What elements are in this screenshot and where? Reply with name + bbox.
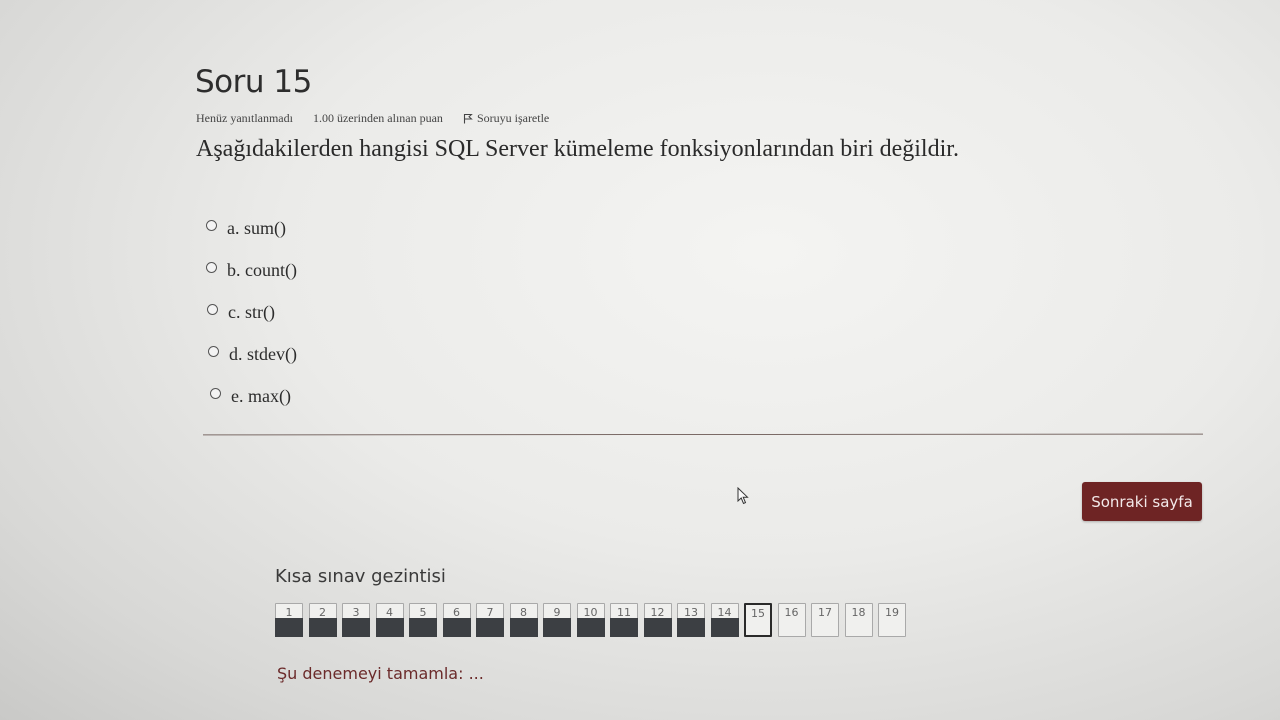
quiz-nav-button-number: 18 xyxy=(851,606,866,619)
quiz-nav-button-number: 7 xyxy=(486,606,494,619)
quiz-nav-button-19[interactable]: 19 xyxy=(878,603,906,637)
finish-attempt-link[interactable]: Şu denemeyi tamamla: ... xyxy=(277,664,484,683)
radio-icon[interactable] xyxy=(208,345,219,357)
answer-label: d. stdev() xyxy=(229,343,297,364)
quiz-nav-button-8[interactable]: 8 xyxy=(509,603,538,637)
answer-option-d[interactable]: d. stdev() xyxy=(206,333,297,375)
flag-icon xyxy=(463,113,473,124)
answer-option-a[interactable]: a. sum() xyxy=(206,207,297,249)
quiz-nav-button-number: 11 xyxy=(617,606,631,619)
quiz-nav-button-number: 13 xyxy=(684,606,698,619)
answer-option-c[interactable]: c. str() xyxy=(206,291,297,333)
quiz-nav-button-12[interactable]: 12 xyxy=(643,603,672,637)
quiz-nav-button-5[interactable]: 5 xyxy=(409,603,437,637)
quiz-nav-button-number: 5 xyxy=(419,606,427,619)
answer-label: a. sum() xyxy=(227,217,286,238)
quiz-nav-button-14[interactable]: 14 xyxy=(710,603,739,637)
answer-label: e. max() xyxy=(231,385,291,406)
quiz-nav-button-number: 10 xyxy=(583,606,598,619)
quiz-nav-button-9[interactable]: 9 xyxy=(543,603,571,637)
quiz-nav-button-4[interactable]: 4 xyxy=(375,603,404,637)
quiz-nav-button-16[interactable]: 16 xyxy=(777,603,806,637)
quiz-nav-button-10[interactable]: 10 xyxy=(576,603,605,637)
quiz-nav-button-number: 8 xyxy=(520,606,527,619)
quiz-nav-button-number: 12 xyxy=(650,606,665,619)
quiz-nav-button-number: 3 xyxy=(352,606,360,619)
flag-question-link[interactable]: Soruyu işaretle xyxy=(463,111,549,126)
question-points: 1.00 üzerinden alınan puan xyxy=(312,111,443,125)
section-divider xyxy=(202,433,1204,436)
quiz-navigation: 1 2 3 4 5 6 7 8 9 10 11 12 13 14 15 16 17 18 19 xyxy=(275,603,906,637)
quiz-nav-button-18[interactable]: 18 xyxy=(844,603,873,637)
quiz-nav-button-7[interactable]: 7 xyxy=(476,603,504,637)
question-text: Aşağıdakilerden hangisi SQL Server kümel… xyxy=(196,136,959,162)
quiz-page: Soru 15 Henüz yanıtlanmadı 1.00 üzerinde… xyxy=(0,0,1280,720)
answer-label: c. str() xyxy=(228,301,275,322)
quiz-nav-button-3[interactable]: 3 xyxy=(342,603,370,637)
quiz-nav-button-number: 16 xyxy=(784,606,799,619)
quiz-nav-button-6[interactable]: 6 xyxy=(442,603,471,637)
question-status: Henüz yanıtlanmadı xyxy=(196,111,293,125)
quiz-nav-button-15[interactable]: 15 xyxy=(744,603,772,637)
answer-option-e[interactable]: e. max() xyxy=(206,375,297,417)
answer-label: b. count() xyxy=(227,259,297,280)
flag-question-label: Soruyu işaretle xyxy=(476,111,550,125)
answer-option-b[interactable]: b. count() xyxy=(206,249,297,291)
quiz-nav-button-number: 4 xyxy=(386,606,393,619)
question-info: Henüz yanıtlanmadı 1.00 üzerinden alınan… xyxy=(196,111,549,126)
radio-icon[interactable] xyxy=(207,303,218,315)
quiz-nav-button-number: 14 xyxy=(717,606,732,619)
quiz-nav-button-11[interactable]: 11 xyxy=(610,603,638,637)
quiz-nav-button-number: 9 xyxy=(553,606,561,619)
quiz-nav-button-number: 17 xyxy=(818,606,832,619)
answer-list: a. sum() b. count() c. str() d. stdev() … xyxy=(206,207,297,417)
quiz-navigation-title: Kısa sınav gezintisi xyxy=(275,566,446,587)
radio-icon[interactable] xyxy=(210,387,221,399)
quiz-nav-button-1[interactable]: 1 xyxy=(275,603,303,637)
quiz-nav-button-number: 2 xyxy=(319,606,326,619)
quiz-nav-button-number: 19 xyxy=(885,606,899,619)
question-title: Soru 15 xyxy=(195,64,312,100)
quiz-nav-button-number: 6 xyxy=(453,606,460,619)
next-page-button[interactable]: Sonraki sayfa xyxy=(1082,482,1202,521)
mouse-pointer-icon xyxy=(737,486,751,510)
radio-icon[interactable] xyxy=(206,261,217,273)
radio-icon[interactable] xyxy=(206,219,217,231)
quiz-nav-button-2[interactable]: 2 xyxy=(308,603,337,637)
quiz-nav-button-number: 15 xyxy=(751,607,765,620)
quiz-nav-button-13[interactable]: 13 xyxy=(677,603,705,637)
quiz-nav-button-17[interactable]: 17 xyxy=(811,603,839,637)
quiz-nav-button-number: 1 xyxy=(285,606,293,619)
